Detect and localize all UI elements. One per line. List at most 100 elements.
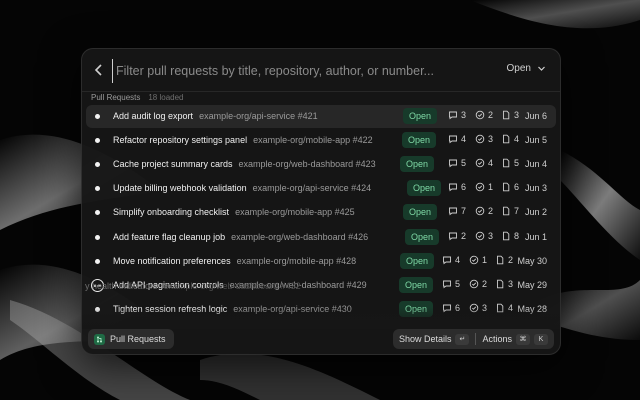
pr-title: Cache project summary cards example-org/w… [113,159,376,169]
comment-icon [449,135,457,144]
comment-count-value: 6 [461,182,467,192]
status-badge: Open [402,132,437,148]
file-icon [503,134,510,144]
comment-count: 5 [442,279,460,289]
comment-count-value: 4 [461,134,467,144]
faded-row-title: y health indicators [85,281,158,291]
status-badge: Open [403,108,438,124]
comment-count: 7 [448,206,466,216]
file-icon [503,182,510,192]
chip-label: Pull Requests [110,334,166,344]
file-count-value: 3 [508,279,514,289]
pr-title: Simplify onboarding checklist example-org… [113,207,355,217]
pr-date: Jun 4 [524,159,547,169]
file-count: 3 [501,110,519,120]
pr-date: May 29 [517,280,547,290]
pr-title-text: Update billing webhook validation [113,183,247,193]
approval-count-value: 1 [488,182,494,192]
comment-icon [443,280,451,289]
list-item[interactable]: Cache project summary cards example-org/w… [86,153,556,176]
pull-requests-chip[interactable]: Pull Requests [88,329,174,349]
status-badge: Open [407,180,442,196]
file-count: 2 [495,255,513,265]
file-count-value: 3 [514,110,520,120]
pr-title: Update billing webhook validation example… [113,183,371,193]
approval-count: 3 [475,231,493,241]
list-item[interactable]: Move notification preferences example-org… [86,250,556,273]
file-icon [497,255,504,265]
file-icon [503,158,510,168]
loaded-count: 18 loaded [148,93,184,102]
comment-count: 4 [448,134,466,144]
comment-icon [449,111,457,120]
file-count-value: 7 [514,206,520,216]
list-item[interactable]: Simplify onboarding checklist example-org… [86,201,556,224]
file-count: 5 [501,158,519,168]
pr-date: Jun 3 [524,183,547,193]
comment-count: 3 [448,110,466,120]
pr-title: Add feature flag cleanup job example-org/… [113,232,368,242]
status-filter-value: Open [506,63,531,74]
bullet-icon [95,162,100,167]
comment-count-value: 5 [461,158,467,168]
comment-icon [449,232,457,241]
file-icon [503,231,510,241]
comment-count-value: 5 [455,279,461,289]
approval-count-value: 2 [482,279,488,289]
file-count-value: 8 [514,231,520,241]
status-badge: Open [405,229,440,245]
separator [475,333,477,345]
check-circle-icon [475,182,485,192]
show-details-label: Show Details [398,334,452,344]
k-key: K [534,333,548,345]
comment-count-value: 7 [461,206,467,216]
file-count: 3 [495,279,513,289]
pr-repo: example-org/web-dashboard #423 [238,159,376,169]
list-item[interactable]: Add feature flag cleanup job example-org/… [86,226,556,249]
comment-count: 2 [448,231,466,241]
pr-date: Jun 2 [524,207,547,217]
status-filter-dropdown[interactable]: Open [507,63,546,74]
list-item[interactable]: Refactor repository settings panel exampl… [86,129,556,152]
comment-icon [443,256,451,265]
pr-date: Jun 1 [524,232,547,242]
comment-count-value: 3 [461,110,467,120]
status-badge: Open [399,277,434,293]
file-icon [497,279,504,289]
check-circle-icon [469,255,479,265]
status-badge: Open [400,156,435,172]
actions-label: Actions [482,334,512,344]
faded-row-repo: example-org/web-dashboard #432 [163,281,301,291]
approval-count: 3 [475,134,493,144]
back-button[interactable] [90,61,108,79]
file-count: 6 [501,182,519,192]
action-bar: Pull Requests Show Details ↵ Actions ⌘ K [82,325,560,354]
comment-count-value: 2 [461,231,467,241]
section-title: Pull Requests [91,93,141,102]
search-bar: Open [82,49,560,91]
approval-count-value: 3 [488,231,494,241]
pr-repo: example-org/web-dashboard #426 [231,232,369,242]
pr-repo: example-org/mobile-app #428 [236,256,357,266]
pr-repo: example-org/api-service #424 [252,183,372,193]
check-circle-icon [475,206,485,216]
pr-title-text: Refactor repository settings panel [113,135,248,145]
bullet-icon [95,114,100,119]
approval-count-value: 2 [488,206,494,216]
pr-title-text: Cache project summary cards [113,159,233,169]
approval-count: 2 [469,279,487,289]
pr-repo: example-org/mobile-app #422 [253,135,373,145]
file-icon [503,206,510,216]
approval-count: 2 [475,206,493,216]
chevron-down-icon [538,66,545,71]
search-input[interactable] [112,59,468,83]
status-badge: Open [400,253,435,269]
list-item[interactable]: Update billing webhook validation example… [86,177,556,200]
pull-request-list: Add audit log export example-org/api-serv… [86,105,556,325]
file-count: 4 [501,134,519,144]
divider [82,91,560,92]
show-details-button[interactable]: Show Details ↵ [398,333,470,345]
approval-count-value: 1 [482,255,488,265]
actions-button[interactable]: Actions ⌘ K [482,333,548,345]
list-item[interactable]: Add audit log export example-org/api-serv… [86,105,556,128]
